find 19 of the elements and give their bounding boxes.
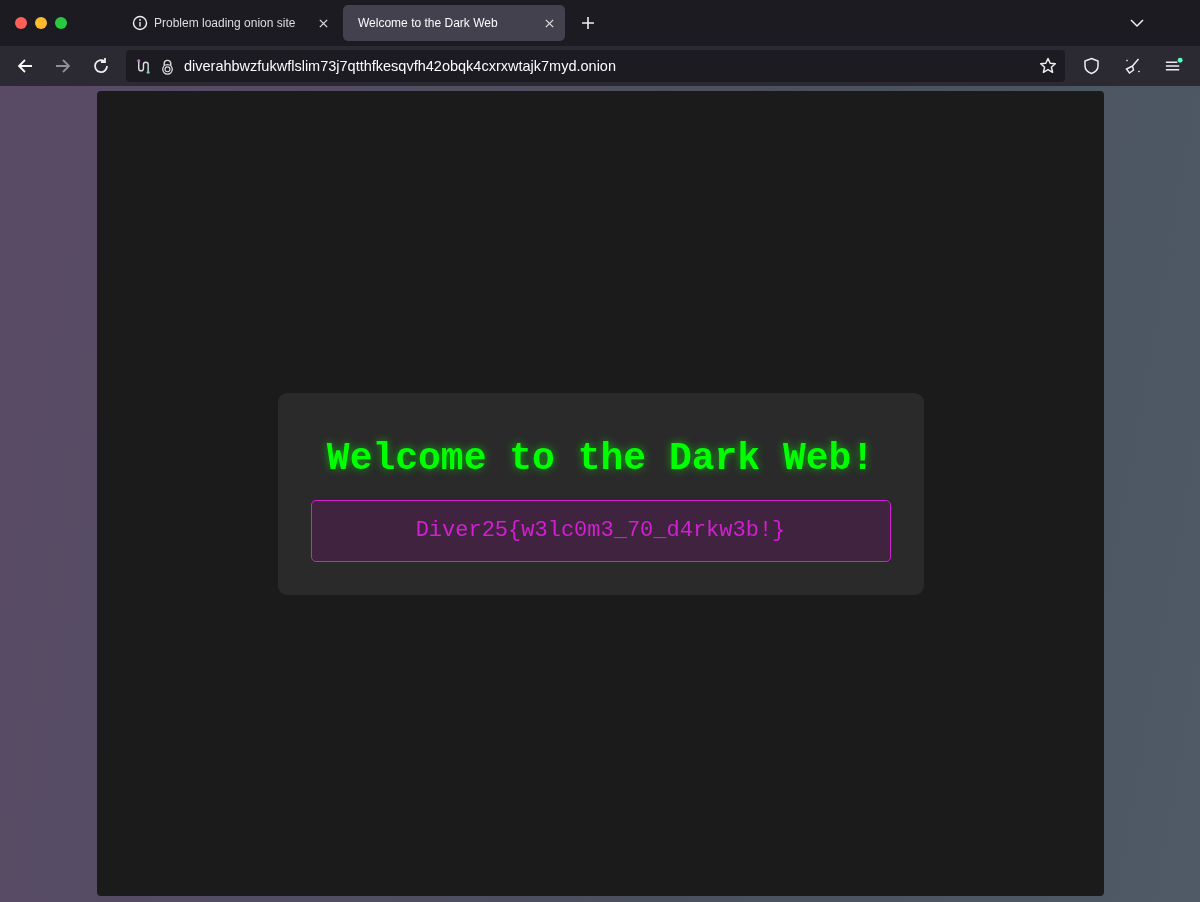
new-tab-icon[interactable] xyxy=(581,16,595,30)
circuit-icon[interactable] xyxy=(134,57,151,75)
flag-text: Diver25{w3lc0m3_70_d4rkw3b!} xyxy=(310,499,891,562)
bookmark-star-icon[interactable] xyxy=(1039,57,1057,75)
close-tab-icon[interactable] xyxy=(544,17,555,29)
info-icon xyxy=(132,15,148,31)
close-tab-icon[interactable] xyxy=(318,17,329,29)
browser-tab[interactable]: Welcome to the Dark Web xyxy=(343,5,565,41)
chevron-down-icon[interactable] xyxy=(1130,16,1144,30)
welcome-heading: Welcome to the Dark Web! xyxy=(326,436,875,480)
maximize-window-button[interactable] xyxy=(55,17,67,29)
address-bar[interactable]: diverahbwzfukwflslim73j7qtthfkesqvfh42obqk4cxrxwtajk7myd.onion xyxy=(126,50,1065,82)
close-window-button[interactable] xyxy=(15,17,27,29)
tab-title: Problem loading onion site xyxy=(154,16,297,30)
browser-tab[interactable]: Problem loading onion site xyxy=(117,5,339,41)
minimize-window-button[interactable] xyxy=(35,17,47,29)
url-text: diverahbwzfukwflslim73j7qtthfkesqvfh42obqk4cxrxwtajk7myd.onion xyxy=(184,58,617,74)
tab-title: Welcome to the Dark Web xyxy=(358,16,499,30)
onion-lock-icon[interactable] xyxy=(159,57,176,75)
